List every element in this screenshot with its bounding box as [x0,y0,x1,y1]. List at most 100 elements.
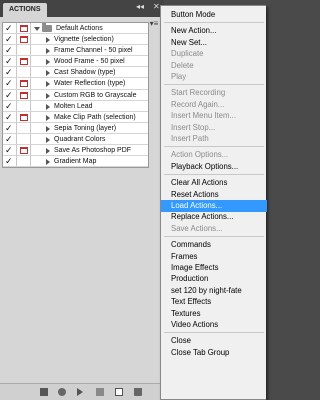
checkmark-icon[interactable]: ✓ [5,112,13,123]
toggle-dialog-column[interactable] [17,23,31,34]
menu-item-image-effects[interactable]: Image Effects [161,262,267,274]
checkmark-icon[interactable]: ✓ [5,134,13,145]
toggle-dialog-column[interactable] [17,45,31,56]
action-row[interactable]: ✓ Molten Lead [3,100,148,112]
toggle-item-column[interactable]: ✓ [3,133,17,145]
toggle-item-column[interactable]: ✓ [3,78,17,89]
action-set-row[interactable]: ✓ Default Actions [3,23,148,35]
expand-right-icon[interactable] [46,159,50,166]
checkmark-icon[interactable]: ✓ [5,90,13,101]
stop-icon[interactable] [40,388,48,396]
toggle-item-column[interactable]: ✓ [3,145,17,156]
menu-item-video-actions[interactable]: Video Actions [161,319,267,331]
toggle-dialog-column[interactable] [17,145,31,156]
action-row[interactable]: ✓ Cast Shadow (type) [3,67,148,79]
menu-item-frames[interactable]: Frames [161,251,267,263]
menu-item-close-tab-group[interactable]: Close Tab Group [161,347,267,359]
dialog-toggle-icon[interactable] [20,25,28,32]
toggle-dialog-column[interactable] [17,111,31,122]
toggle-dialog-column[interactable] [17,34,31,45]
action-row[interactable]: ✓ Make Clip Path (selection) [3,111,148,123]
menu-item-close[interactable]: Close [161,335,267,347]
action-row[interactable]: ✓ Wood Frame - 50 pixel [3,56,148,68]
menu-item-button-mode[interactable]: Button Mode [161,9,267,21]
dialog-toggle-icon[interactable] [20,36,28,44]
expand-right-icon[interactable] [46,48,50,55]
close-icon[interactable]: ✕ [153,3,160,11]
toggle-item-column[interactable]: ✓ [3,23,17,34]
menu-item-set-120-by-night-fate[interactable]: set 120 by night-fate [161,285,267,297]
checkmark-icon[interactable]: ✓ [5,23,13,34]
dialog-toggle-icon[interactable] [20,58,28,66]
expand-right-icon[interactable] [46,125,50,132]
panel-menu-icon[interactable]: ▾≡ [147,19,161,29]
menu-item-load-actions[interactable]: Load Actions... [161,200,267,212]
checkmark-icon[interactable]: ✓ [5,56,13,67]
checkmark-icon[interactable]: ✓ [5,34,13,45]
menu-item-new-set[interactable]: New Set... [161,37,267,49]
expand-right-icon[interactable] [46,103,50,110]
toggle-dialog-column[interactable] [17,56,31,67]
toggle-item-column[interactable]: ✓ [3,156,17,167]
expand-right-icon[interactable] [46,70,50,77]
checkmark-icon[interactable]: ✓ [5,123,13,134]
action-row[interactable]: ✓ Quadrant Colors [3,133,148,146]
expand-right-icon[interactable] [46,37,50,44]
menu-item-production[interactable]: Production [161,273,267,285]
toggle-dialog-column[interactable] [17,133,31,145]
menu-item-replace-actions[interactable]: Replace Actions... [161,211,267,223]
checkmark-icon[interactable]: ✓ [5,145,13,156]
dialog-toggle-icon[interactable] [20,91,28,99]
action-row[interactable]: ✓ Sepia Toning (layer) [3,122,148,134]
toggle-item-column[interactable]: ✓ [3,122,17,134]
action-row[interactable]: ✓ Frame Channel - 50 pixel [3,45,148,57]
toggle-item-column[interactable]: ✓ [3,67,17,78]
menu-item-reset-actions[interactable]: Reset Actions [161,189,267,201]
action-row[interactable]: ✓ Gradient Map [3,156,148,168]
dialog-toggle-icon[interactable] [20,113,28,121]
dialog-toggle-icon[interactable] [20,80,28,88]
toggle-item-column[interactable]: ✓ [3,34,17,45]
expand-down-icon[interactable] [34,27,40,31]
record-icon[interactable] [58,388,66,396]
action-row[interactable]: ✓ Custom RGB to Grayscale [3,89,148,101]
action-row[interactable]: ✓ Vignette (selection) [3,34,148,46]
expand-right-icon[interactable] [46,148,50,155]
new-action-icon[interactable] [115,388,123,396]
menu-item-text-effects[interactable]: Text Effects [161,296,267,308]
expand-right-icon[interactable] [46,114,50,121]
menu-item-playback-options[interactable]: Playback Options... [161,161,267,173]
toggle-item-column[interactable]: ✓ [3,89,17,101]
toggle-dialog-column[interactable] [17,100,31,111]
tab-actions[interactable]: ACTIONS [3,3,47,17]
toggle-dialog-column[interactable] [17,156,31,167]
checkmark-icon[interactable]: ✓ [5,101,13,112]
toggle-dialog-column[interactable] [17,67,31,78]
dialog-toggle-icon[interactable] [20,147,28,155]
checkmark-icon[interactable]: ✓ [5,156,13,167]
toggle-item-column[interactable]: ✓ [3,56,17,67]
checkmark-icon[interactable]: ✓ [5,67,13,78]
collapse-icon[interactable]: ◂◂ [136,3,144,11]
delete-icon[interactable] [134,388,142,396]
checkmark-icon[interactable]: ✓ [5,78,13,89]
menu-item-new-action[interactable]: New Action... [161,25,267,37]
expand-right-icon[interactable] [46,59,50,66]
action-row[interactable]: ✓ Water Reflection (type) [3,78,148,90]
toggle-item-column[interactable]: ✓ [3,45,17,56]
action-row[interactable]: ✓ Save As Photoshop PDF [3,145,148,157]
new-set-icon[interactable] [96,388,104,396]
toggle-dialog-column[interactable] [17,89,31,100]
toggle-dialog-column[interactable] [17,78,31,89]
expand-right-icon[interactable] [46,92,50,99]
menu-item-textures[interactable]: Textures [161,308,267,320]
checkmark-icon[interactable]: ✓ [5,45,13,56]
toggle-item-column[interactable]: ✓ [3,111,17,123]
toggle-item-column[interactable]: ✓ [3,100,17,112]
menu-item-clear-all-actions[interactable]: Clear All Actions [161,177,267,189]
menu-item-commands[interactable]: Commands [161,239,267,251]
toggle-dialog-column[interactable] [17,122,31,133]
play-icon[interactable] [77,388,83,396]
expand-right-icon[interactable] [46,81,50,88]
expand-right-icon[interactable] [46,136,50,143]
